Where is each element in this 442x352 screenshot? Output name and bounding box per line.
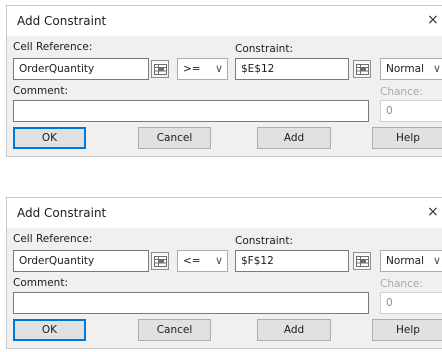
operator-dropdown[interactable]: >= ∨ <box>177 58 228 80</box>
cell-reference-input[interactable]: OrderQuantity <box>13 58 149 80</box>
add-constraint-dialog: Add Constraint × Cell Reference: Constra… <box>6 5 442 157</box>
range-selector-icon <box>356 256 369 267</box>
title-bar: Add Constraint × <box>7 198 442 228</box>
title-bar: Add Constraint × <box>7 6 442 36</box>
chevron-down-icon: ∨ <box>215 62 224 75</box>
constraint-range-button[interactable] <box>353 60 371 78</box>
close-icon[interactable]: × <box>427 12 439 28</box>
operator-value: <= <box>183 255 201 267</box>
add-button[interactable]: Add <box>257 127 331 149</box>
cell-reference-range-button[interactable] <box>151 60 169 78</box>
close-icon[interactable]: × <box>427 204 439 220</box>
add-constraint-dialog: Add Constraint × Cell Reference: Constra… <box>6 197 442 349</box>
dialog-title: Add Constraint <box>17 206 107 220</box>
ok-button[interactable]: OK <box>13 127 86 149</box>
cell-reference-label: Cell Reference: <box>13 41 93 53</box>
cell-reference-label: Cell Reference: <box>13 233 93 245</box>
range-selector-icon <box>154 64 167 75</box>
comment-label: Comment: <box>13 85 68 97</box>
comment-input[interactable] <box>13 292 369 314</box>
cancel-button[interactable]: Cancel <box>138 319 211 341</box>
constraint-label: Constraint: <box>235 43 293 55</box>
chance-label: Chance: <box>380 86 423 98</box>
constraint-input[interactable]: $E$12 <box>235 58 349 80</box>
constraint-type-dropdown[interactable]: Normal ∨ <box>380 58 442 80</box>
cell-reference-input[interactable]: OrderQuantity <box>13 250 149 272</box>
chevron-down-icon: ∨ <box>215 254 224 267</box>
constraint-label: Constraint: <box>235 235 293 247</box>
cancel-button[interactable]: Cancel <box>138 127 211 149</box>
constraint-type-value: Normal <box>386 255 424 267</box>
constraint-type-value: Normal <box>386 63 424 75</box>
add-button[interactable]: Add <box>257 319 331 341</box>
cell-reference-range-button[interactable] <box>151 252 169 270</box>
range-selector-icon <box>154 256 167 267</box>
constraint-input[interactable]: $F$12 <box>235 250 349 272</box>
comment-label: Comment: <box>13 277 68 289</box>
chevron-down-icon: ∨ <box>433 62 442 75</box>
chance-input: 0 <box>380 292 442 314</box>
comment-input[interactable] <box>13 100 369 122</box>
ok-button[interactable]: OK <box>13 319 86 341</box>
dialog-title: Add Constraint <box>17 14 107 28</box>
chance-input: 0 <box>380 100 442 122</box>
chevron-down-icon: ∨ <box>433 254 442 267</box>
chance-label: Chance: <box>380 278 423 290</box>
operator-dropdown[interactable]: <= ∨ <box>177 250 228 272</box>
help-button[interactable]: Help <box>372 127 442 149</box>
range-selector-icon <box>356 64 369 75</box>
operator-value: >= <box>183 63 201 75</box>
constraint-range-button[interactable] <box>353 252 371 270</box>
help-button[interactable]: Help <box>372 319 442 341</box>
constraint-type-dropdown[interactable]: Normal ∨ <box>380 250 442 272</box>
